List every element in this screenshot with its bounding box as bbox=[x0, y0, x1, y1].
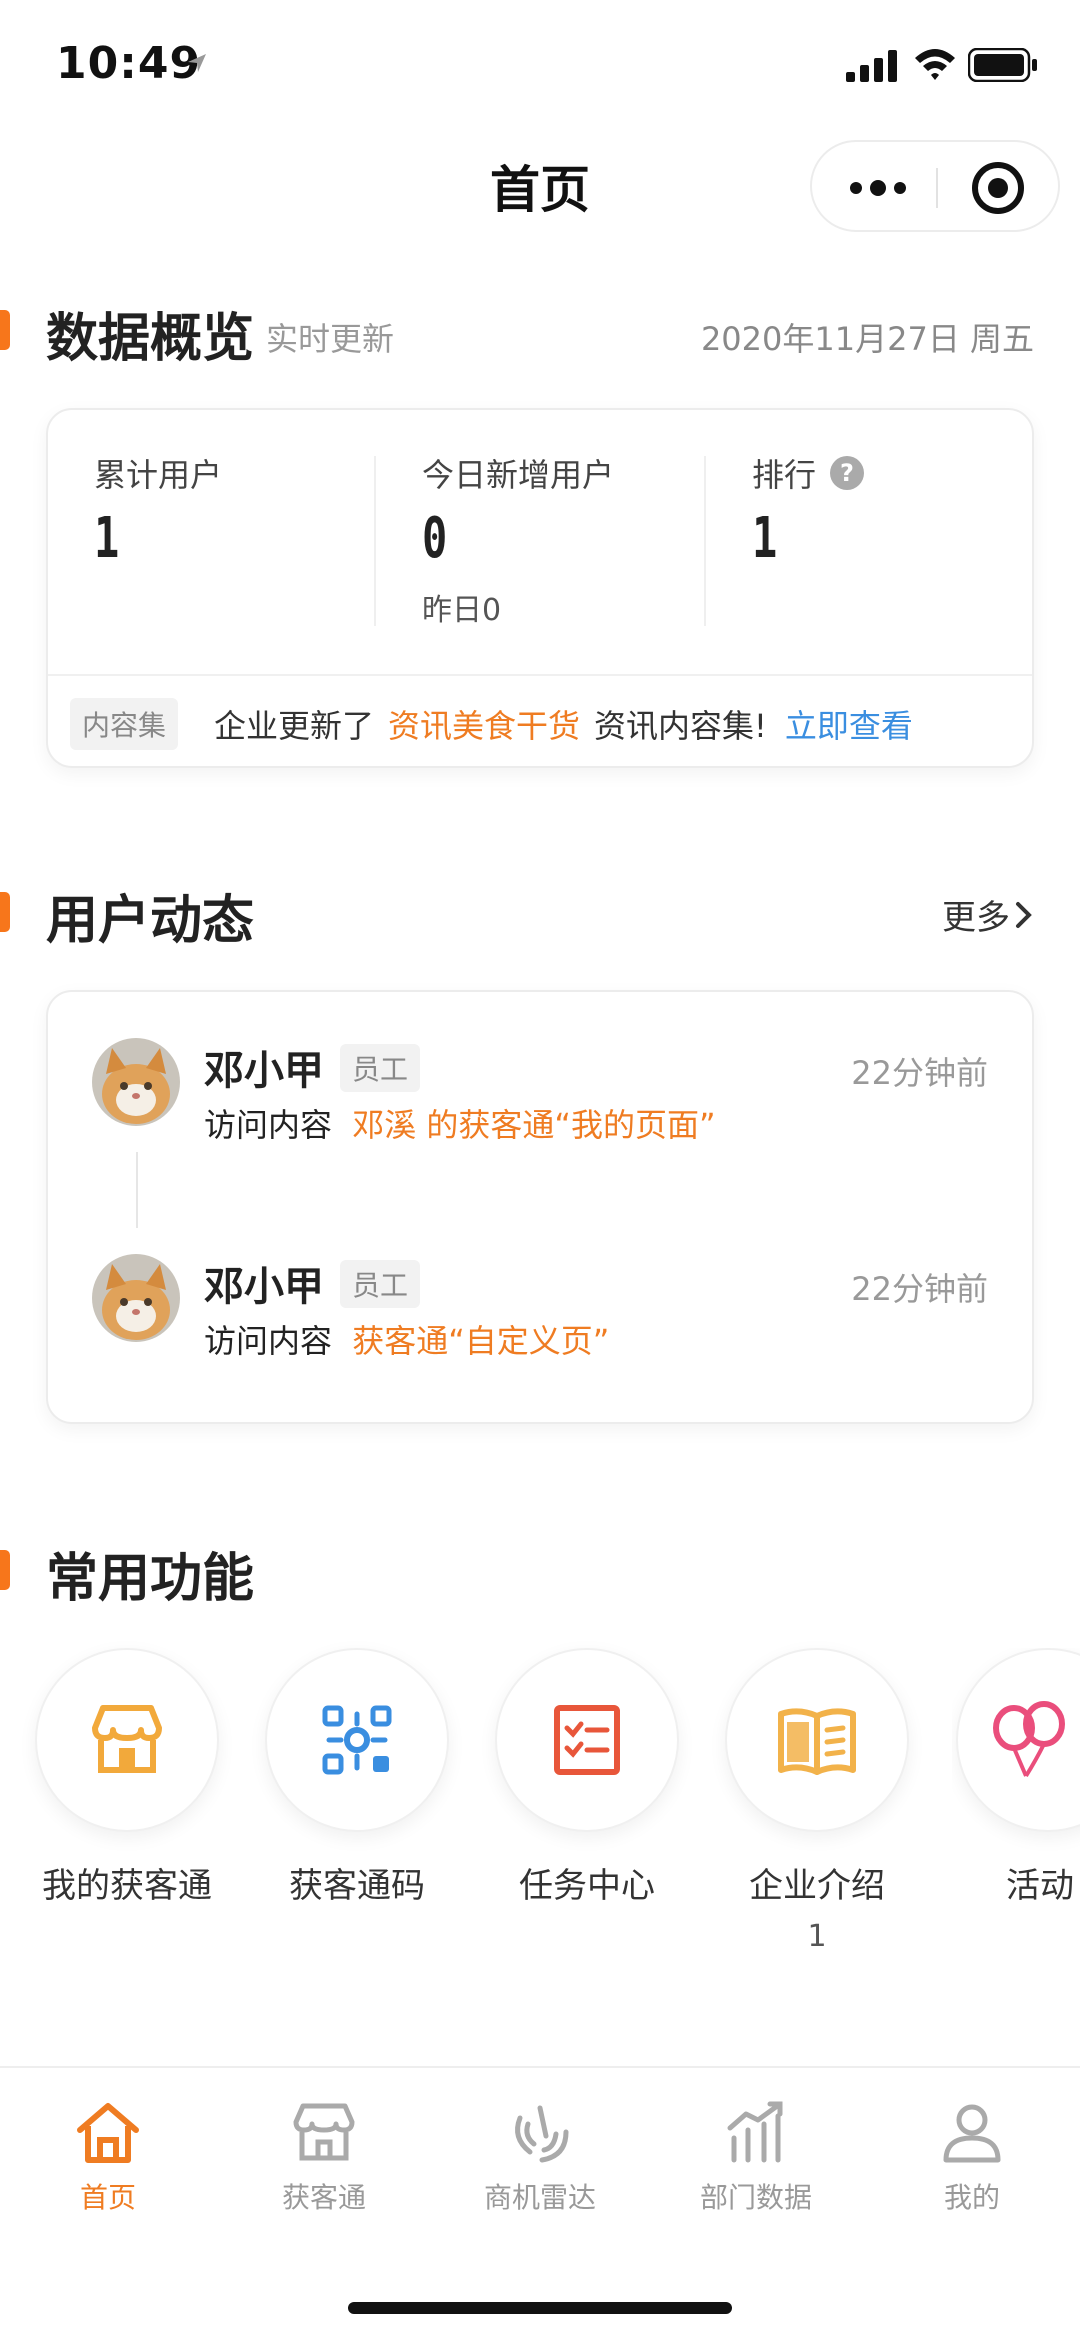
view-now-link[interactable]: 立即查看 bbox=[785, 701, 913, 747]
activity-action: 访问内容 bbox=[204, 1106, 333, 1144]
tab-label: 商机雷达 bbox=[483, 2181, 596, 2214]
func-label: 获客通码 bbox=[289, 1866, 425, 1906]
home-indicator bbox=[348, 2302, 732, 2314]
card-divider bbox=[48, 674, 1032, 676]
home-icon bbox=[77, 2103, 139, 2163]
radar-icon bbox=[515, 2105, 569, 2163]
store-icon bbox=[92, 1705, 162, 1773]
tab-home[interactable]: 首页 bbox=[8, 2098, 208, 2216]
close-target-icon[interactable] bbox=[972, 162, 1024, 214]
capsule-divider bbox=[936, 168, 938, 208]
notice-tag: 内容集 bbox=[70, 698, 179, 750]
stat-yesterday: 昨日0 bbox=[422, 593, 502, 628]
stat-rank[interactable]: 排行 ? 1 bbox=[752, 450, 865, 571]
activity-time: 22分钟前 bbox=[851, 1270, 988, 1308]
stat-label: 累计用户 bbox=[94, 456, 223, 494]
tab-label: 我的 bbox=[943, 2181, 1000, 2214]
location-arrow-icon bbox=[188, 54, 206, 72]
help-icon[interactable]: ? bbox=[830, 456, 865, 490]
stat-new-users: 今日新增用户 0 昨日0 bbox=[422, 450, 614, 629]
balloon-icon bbox=[993, 1701, 1065, 1778]
store-icon bbox=[293, 2103, 355, 2161]
more-label: 更多 bbox=[942, 898, 1010, 938]
func-activity[interactable]: 活动 bbox=[952, 1648, 1080, 1907]
stat-divider bbox=[374, 456, 376, 626]
avatar bbox=[92, 1254, 180, 1342]
stat-value: 0 bbox=[422, 506, 448, 571]
battery-icon bbox=[968, 48, 1037, 82]
stat-total-users: 累计用户 1 bbox=[94, 450, 222, 571]
activity-desc: 访问内容 获客通“自定义页” bbox=[204, 1316, 609, 1362]
role-badge: 员工 bbox=[340, 1260, 421, 1308]
stat-value: 1 bbox=[94, 506, 120, 571]
task-list-icon bbox=[554, 1705, 620, 1775]
overview-card: 累计用户 1 今日新增用户 0 昨日0 排行 ? 1 内容集 企业更新了 资讯美… bbox=[46, 408, 1034, 768]
tab-label: 获客通 bbox=[281, 2181, 366, 2214]
status-bar: 10:49 bbox=[0, 0, 1080, 130]
more-icon[interactable] bbox=[850, 160, 906, 216]
mini-program-capsule bbox=[810, 140, 1060, 232]
tab-label: 部门数据 bbox=[699, 2181, 812, 2214]
more-link[interactable]: 更多 bbox=[942, 890, 1034, 939]
stat-divider bbox=[704, 456, 706, 626]
notice-highlight[interactable]: 资讯美食干货 bbox=[388, 701, 580, 747]
tab-label: 首页 bbox=[79, 2181, 136, 2214]
activity-card: 邓小甲 员工 22分钟前 访问内容 邓溪 的获客通“我的页面” 邓小甲 员工 2… bbox=[46, 990, 1034, 1424]
cat-avatar-icon bbox=[92, 1038, 180, 1126]
activity-action: 访问内容 bbox=[204, 1322, 333, 1360]
section-marker bbox=[0, 310, 10, 350]
func-badge: 1 bbox=[807, 1919, 827, 1954]
qr-code-icon bbox=[322, 1705, 392, 1775]
func-task-center[interactable]: 任务中心 bbox=[492, 1648, 682, 1907]
tab-mine[interactable]: 我的 bbox=[872, 2098, 1072, 2216]
avatar bbox=[92, 1038, 180, 1126]
user-icon bbox=[943, 2104, 1001, 2163]
func-label: 企业介绍 bbox=[749, 1866, 885, 1906]
chart-icon bbox=[727, 2101, 783, 2163]
notice-text-after: 资讯内容集! bbox=[594, 707, 767, 745]
activity-item[interactable]: 邓小甲 员工 22分钟前 访问内容 邓溪 的获客通“我的页面” bbox=[48, 992, 1032, 1144]
content-notice: 内容集 企业更新了 资讯美食干货 资讯内容集! 立即查看 bbox=[70, 698, 913, 750]
activity-target[interactable]: 邓溪 的获客通“我的页面” bbox=[352, 1106, 715, 1144]
activity-item[interactable]: 邓小甲 员工 22分钟前 访问内容 获客通“自定义页” bbox=[48, 1208, 1032, 1360]
tab-bar: 首页 获客通 商机雷达 部门数据 我的 bbox=[0, 2066, 1080, 2339]
stat-value: 1 bbox=[752, 506, 778, 571]
section-marker bbox=[0, 892, 10, 932]
activity-target[interactable]: 获客通“自定义页” bbox=[352, 1322, 609, 1360]
status-time: 10:49 bbox=[56, 38, 202, 89]
func-label: 我的获客通 bbox=[42, 1866, 212, 1906]
activity-title: 用户动态 bbox=[46, 891, 255, 951]
user-name: 邓小甲 bbox=[204, 1048, 324, 1094]
overview-subtitle: 实时更新 bbox=[266, 320, 395, 358]
overview-title: 数据概览 bbox=[46, 309, 255, 369]
func-qr-code[interactable]: 获客通码 bbox=[262, 1648, 452, 1907]
stat-label: 今日新增用户 bbox=[422, 456, 615, 494]
func-my-channel[interactable]: 我的获客通 bbox=[32, 1648, 222, 1907]
functions-title: 常用功能 bbox=[46, 1549, 255, 1609]
tab-channel[interactable]: 获客通 bbox=[224, 2098, 424, 2216]
section-marker bbox=[0, 1550, 10, 1590]
user-name: 邓小甲 bbox=[204, 1264, 324, 1310]
book-icon bbox=[778, 1708, 856, 1775]
wifi-icon bbox=[915, 49, 955, 80]
func-company-intro[interactable]: 企业介绍 1 bbox=[722, 1648, 912, 1954]
tab-department-data[interactable]: 部门数据 bbox=[656, 2098, 856, 2216]
cat-avatar-icon bbox=[92, 1254, 180, 1342]
chevron-right-icon bbox=[1016, 901, 1032, 928]
activity-time: 22分钟前 bbox=[851, 1054, 988, 1092]
tab-radar[interactable]: 商机雷达 bbox=[440, 2098, 640, 2216]
role-badge: 员工 bbox=[340, 1044, 421, 1092]
activity-desc: 访问内容 邓溪 的获客通“我的页面” bbox=[204, 1100, 716, 1146]
func-label: 活动 bbox=[1006, 1866, 1074, 1906]
overview-date: 2020年11月27日 周五 bbox=[700, 320, 1034, 358]
notice-text: 企业更新了 bbox=[214, 707, 375, 745]
func-label: 任务中心 bbox=[519, 1866, 655, 1906]
signal-icon bbox=[846, 50, 897, 82]
stat-label: 排行 bbox=[752, 456, 817, 494]
